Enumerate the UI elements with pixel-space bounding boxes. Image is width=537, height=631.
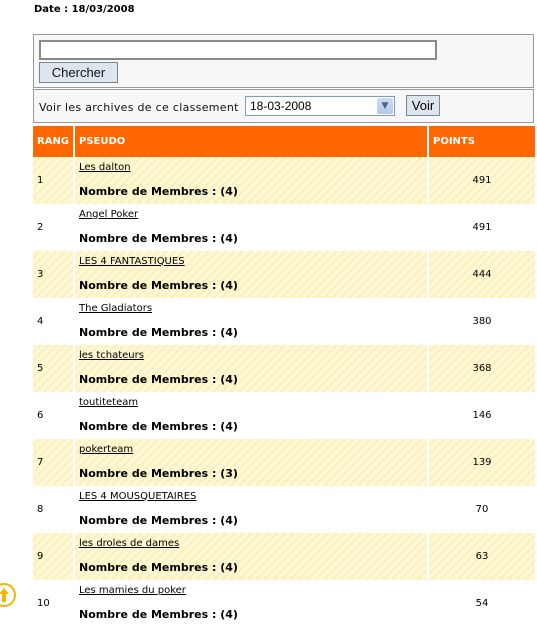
rank-cell: 6 (33, 392, 75, 439)
rank-cell: 9 (33, 533, 75, 580)
team-link[interactable]: toutiteteam (79, 397, 427, 408)
page-date: Date : 18/03/2008 (34, 4, 135, 15)
voir-button[interactable]: Voir (406, 95, 440, 116)
table-row: 6 toutiteteam Nombre de Membres : (4) 146 (33, 392, 535, 439)
table-row: 8 LES 4 MOUSQUETAIRES Nombre de Membres : … (33, 486, 535, 533)
member-count: Nombre de Membres : (4) (79, 513, 238, 527)
team-link[interactable]: les droles de dames (79, 538, 427, 549)
column-header-rang: RANG (33, 126, 75, 157)
member-count: Nombre de Membres : (4) (79, 231, 238, 245)
team-link[interactable]: pokerteam (79, 444, 427, 455)
points-cell: 380 (429, 298, 535, 345)
archive-date-select[interactable]: 18-03-2008 ▼ (245, 96, 395, 116)
team-link[interactable]: The Gladiators (79, 303, 427, 314)
rank-cell: 2 (33, 204, 75, 251)
archive-date-value: 18-03-2008 (250, 99, 312, 113)
pseudo-cell: Les dalton Nombre de Membres : (4) (75, 157, 429, 204)
archive-label: Voir les archives de ce classement (39, 101, 239, 114)
table-row: 9 les droles de dames Nombre de Membres : … (33, 533, 535, 580)
chevron-down-icon[interactable]: ▼ (377, 98, 393, 114)
member-count: Nombre de Membres : (4) (79, 278, 238, 292)
pseudo-cell: LES 4 FANTASTIQUES Nombre de Membres : (4… (75, 251, 429, 298)
member-count: Nombre de Membres : (4) (79, 184, 238, 198)
pseudo-cell: toutiteteam Nombre de Membres : (4) (75, 392, 429, 439)
member-count: Nombre de Membres : (4) (79, 325, 238, 339)
rank-cell: 8 (33, 486, 75, 533)
points-cell: 491 (429, 204, 535, 251)
rank-cell: 5 (33, 345, 75, 392)
search-button[interactable]: Chercher (39, 62, 118, 83)
points-cell: 368 (429, 345, 535, 392)
column-header-pseudo: PSEUDO (75, 126, 429, 157)
team-link[interactable]: les tchateurs (79, 350, 427, 361)
search-input[interactable] (39, 40, 437, 60)
rank-cell: 4 (33, 298, 75, 345)
team-link[interactable]: Les mamies du poker (79, 585, 427, 596)
pseudo-cell: Les mamies du poker Nombre de Membres : (… (75, 580, 429, 627)
points-cell: 54 (429, 580, 535, 627)
member-count: Nombre de Membres : (4) (79, 560, 238, 574)
member-count: Nombre de Membres : (3) (79, 466, 238, 480)
arrow-up-circle-icon[interactable] (0, 583, 16, 607)
table-row: 1 Les dalton Nombre de Membres : (4) 491 (33, 157, 535, 204)
pseudo-cell: les droles de dames Nombre de Membres : (… (75, 533, 429, 580)
team-link[interactable]: Angel Poker (79, 209, 427, 220)
points-cell: 444 (429, 251, 535, 298)
points-cell: 70 (429, 486, 535, 533)
points-cell: 63 (429, 533, 535, 580)
pseudo-cell: The Gladiators Nombre de Membres : (4) (75, 298, 429, 345)
member-count: Nombre de Membres : (4) (79, 419, 238, 433)
column-header-points: POINTS (429, 126, 535, 157)
table-row: 7 pokerteam Nombre de Membres : (3) 139 (33, 439, 535, 486)
search-panel: Chercher (33, 34, 534, 88)
rank-cell: 1 (33, 157, 75, 204)
pseudo-cell: les tchateurs Nombre de Membres : (4) (75, 345, 429, 392)
points-cell: 139 (429, 439, 535, 486)
rank-cell: 7 (33, 439, 75, 486)
points-cell: 146 (429, 392, 535, 439)
team-link[interactable]: LES 4 MOUSQUETAIRES (79, 491, 427, 502)
points-cell: 491 (429, 157, 535, 204)
member-count: Nombre de Membres : (4) (79, 607, 238, 621)
ranking-table: RANG PSEUDO POINTS 1 Les dalton Nombre de … (33, 126, 535, 627)
pseudo-cell: Angel Poker Nombre de Membres : (4) (75, 204, 429, 251)
table-row: 10 Les mamies du poker Nombre de Membres :… (33, 580, 535, 627)
pseudo-cell: LES 4 MOUSQUETAIRES Nombre de Membres : (… (75, 486, 429, 533)
table-header-row: RANG PSEUDO POINTS (33, 126, 535, 157)
rank-cell: 3 (33, 251, 75, 298)
table-row: 4 The Gladiators Nombre de Membres : (4) 38… (33, 298, 535, 345)
team-link[interactable]: LES 4 FANTASTIQUES (79, 256, 427, 267)
table-row: 5 les tchateurs Nombre de Membres : (4) 368 (33, 345, 535, 392)
table-row: 2 Angel Poker Nombre de Membres : (4) 491 (33, 204, 535, 251)
archive-panel: Voir les archives de ce classement 18-03… (33, 89, 534, 123)
rank-cell: 10 (33, 580, 75, 627)
team-link[interactable]: Les dalton (79, 162, 427, 173)
table-row: 3 LES 4 FANTASTIQUES Nombre de Membres : (… (33, 251, 535, 298)
pseudo-cell: pokerteam Nombre de Membres : (3) (75, 439, 429, 486)
member-count: Nombre de Membres : (4) (79, 372, 238, 386)
